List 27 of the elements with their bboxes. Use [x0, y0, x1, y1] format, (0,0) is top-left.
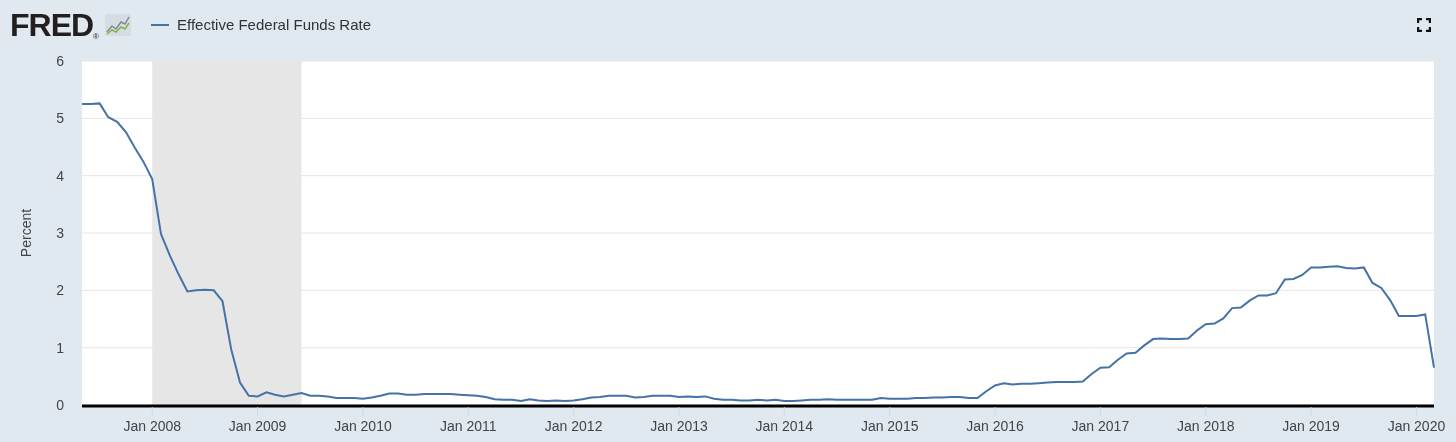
- fullscreen-icon[interactable]: [1417, 18, 1431, 32]
- y-tick-label: 2: [56, 282, 64, 299]
- x-tick-label: Jan 2008: [123, 418, 182, 434]
- y-tick-label: 6: [56, 53, 64, 69]
- x-tick-label: Jan 2018: [1176, 418, 1235, 434]
- x-tick-label: Jan 2019: [1282, 418, 1340, 434]
- y-tick-label: 0: [56, 397, 64, 413]
- line-chart-icon: [105, 14, 131, 36]
- logo: FRED: [10, 9, 94, 41]
- x-tick-label: Jan 2012: [544, 418, 603, 434]
- x-tick-label: Jan 2017: [1071, 418, 1130, 434]
- x-tick-label: Jan 2010: [334, 418, 392, 434]
- x-tick-label: Jan 2011: [440, 418, 497, 434]
- y-tick-label: 4: [56, 167, 64, 184]
- x-tick-label: Jan 2014: [755, 418, 814, 434]
- x-tick-label: Jan 2015: [860, 418, 919, 434]
- y-tick-label: 3: [56, 225, 64, 241]
- legend-label: Effective Federal Funds Rate: [177, 14, 371, 35]
- y-tick-label: 1: [56, 339, 64, 356]
- registered-mark: ®: [93, 33, 99, 41]
- x-tick-label: Jan 2009: [228, 418, 287, 434]
- x-tick-label: Jan 2020: [1387, 418, 1446, 434]
- x-tick-label: Jan 2016: [966, 418, 1024, 434]
- y-axis-title: Percent: [18, 208, 34, 258]
- y-tick-label: 5: [56, 110, 64, 127]
- legend-line-icon: [151, 24, 169, 26]
- x-tick-label: Jan 2013: [650, 418, 708, 434]
